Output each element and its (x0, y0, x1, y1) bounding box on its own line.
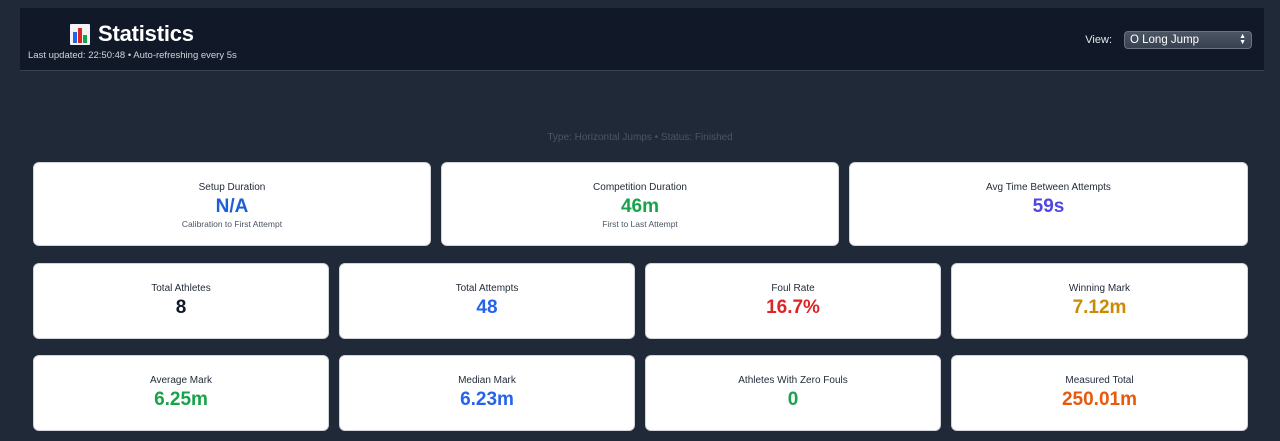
winning-mark-card: Winning Mark 7.12m (951, 263, 1248, 339)
card-note: First to Last Attempt (602, 219, 678, 229)
card-value: 46m (620, 196, 660, 217)
card-label: Foul Rate (771, 283, 815, 294)
card-value: N/A (215, 196, 249, 217)
bar-chart-icon (70, 23, 90, 45)
card-value: 48 (476, 297, 498, 318)
card-label: Average Mark (149, 375, 213, 386)
page-title: Statistics (98, 21, 194, 46)
card-value: 7.12m (1072, 297, 1127, 318)
card-label: Total Athletes (151, 283, 211, 294)
card-value: 8 (175, 297, 187, 318)
view-select-dropdown[interactable]: O Long Jump ▲ ▼ (1124, 31, 1252, 49)
card-note: Calibration to First Attempt (181, 219, 283, 229)
view-label: View: (1085, 34, 1112, 46)
select-arrows-icon: ▲ ▼ (1239, 33, 1246, 46)
card-label: Median Mark (458, 375, 516, 386)
view-selected-value: O Long Jump (1130, 34, 1200, 46)
setup-duration-card: Setup Duration N/A Calibration to First … (33, 162, 431, 246)
card-label: Setup Duration (198, 182, 266, 193)
card-label: Winning Mark (1068, 283, 1131, 294)
card-value: 6.23m (460, 389, 514, 410)
total-athletes-card: Total Athletes 8 (33, 263, 329, 339)
card-label: Avg Time Between Attempts (986, 182, 1111, 193)
card-label: Measured Total (1065, 375, 1134, 386)
title-row: Statistics (70, 21, 194, 47)
card-value: 59s (1032, 196, 1065, 217)
foul-rate-card: Foul Rate 16.7% (645, 263, 941, 339)
avg-time-between-attempts-card: Avg Time Between Attempts 59s (849, 162, 1248, 246)
card-label: Total Attempts (455, 283, 519, 294)
total-attempts-card: Total Attempts 48 (339, 263, 635, 339)
measured-total-card: Measured Total 250.01m (951, 355, 1248, 431)
card-label: Athletes With Zero Fouls (738, 375, 848, 386)
card-value: 250.01m (1061, 389, 1137, 410)
header-bar: Statistics Last updated: 22:50:48 • Auto… (20, 8, 1264, 71)
card-value: 16.7% (766, 297, 820, 318)
competition-duration-card: Competition Duration 46m First to Last A… (441, 162, 839, 246)
event-meta: Type: Horizontal Jumps • Status: Finishe… (547, 132, 733, 143)
last-updated-text: Last updated: 22:50:48 • Auto-refreshing… (28, 50, 237, 61)
athletes-zero-fouls-card: Athletes With Zero Fouls 0 (645, 355, 941, 431)
card-value: 0 (787, 389, 799, 410)
card-value: 6.25m (154, 389, 208, 410)
average-mark-card: Average Mark 6.25m (33, 355, 329, 431)
view-selector: View: O Long Jump ▲ ▼ (1085, 31, 1252, 49)
median-mark-card: Median Mark 6.23m (339, 355, 635, 431)
card-label: Competition Duration (593, 182, 687, 193)
